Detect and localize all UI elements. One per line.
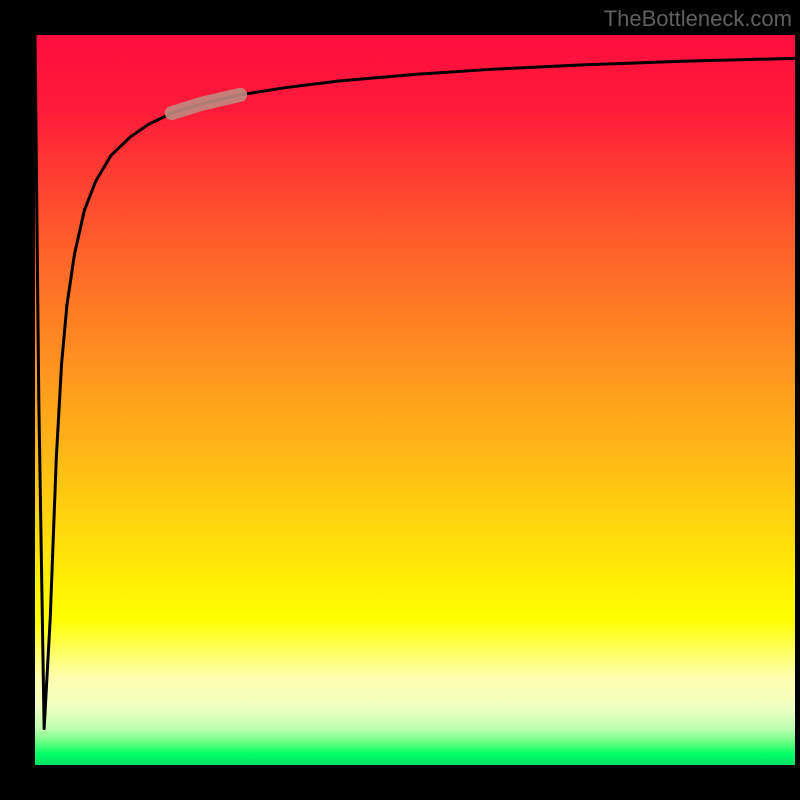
bottleneck-curve	[35, 35, 795, 729]
attribution-text: TheBottleneck.com	[604, 6, 792, 32]
chart-container: TheBottleneck.com	[0, 0, 800, 800]
curve-svg	[35, 35, 795, 765]
highlight-segment	[172, 95, 240, 113]
